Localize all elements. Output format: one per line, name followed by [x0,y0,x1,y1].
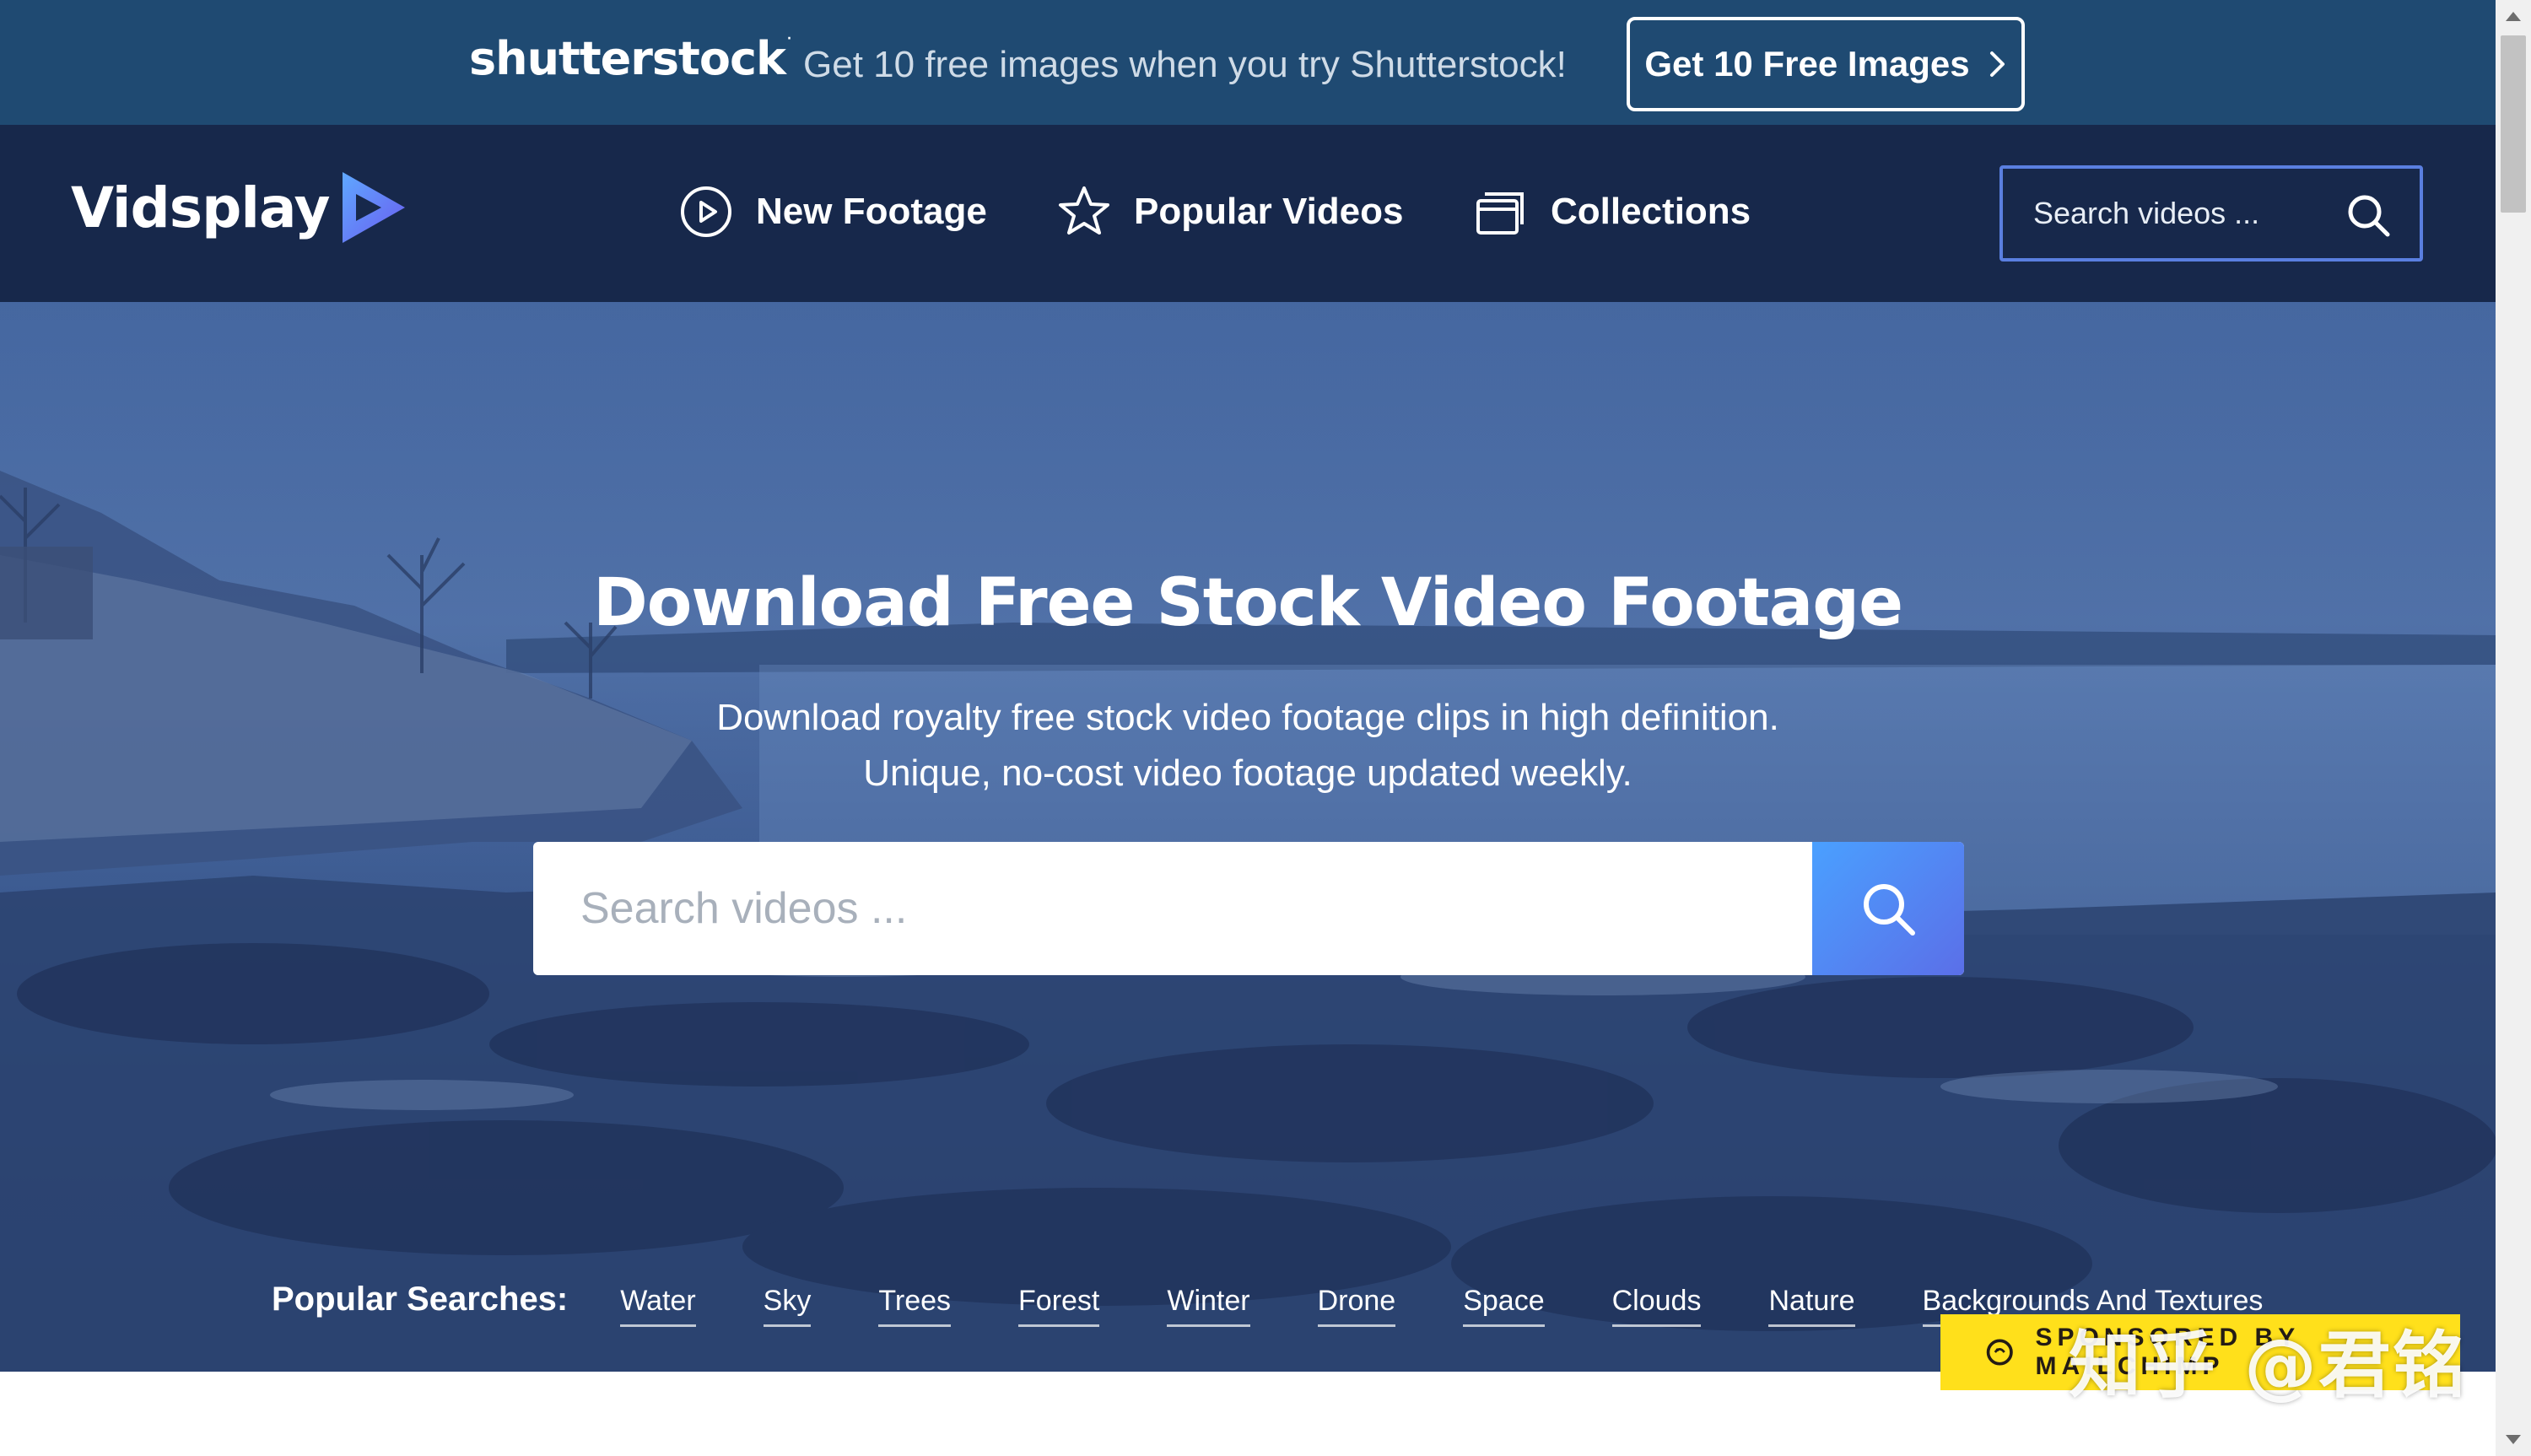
tag-winter[interactable]: Winter [1167,1285,1250,1327]
scroll-up-arrow-icon[interactable] [2506,12,2521,21]
tag-trees[interactable]: Trees [878,1285,952,1327]
nav-popular-videos[interactable]: Popular Videos [1056,184,1404,240]
tag-drone[interactable]: Drone [1317,1285,1396,1327]
mailchimp-icon [1986,1339,2013,1366]
play-logo-icon [343,172,406,243]
collections-icon [1476,192,1524,235]
nav-popular-videos-label: Popular Videos [1134,191,1404,232]
tag-sky[interactable]: Sky [763,1285,812,1327]
hero-search-box [533,842,1964,975]
tag-space[interactable]: Space [1463,1285,1545,1327]
get-free-images-button[interactable]: Get 10 Free Images [1627,17,2025,111]
tag-water[interactable]: Water [620,1285,696,1327]
header-search [1999,165,2423,262]
hero-subtitle: Download royalty free stock video footag… [0,690,2496,801]
search-icon [1864,884,1915,936]
play-circle-icon [681,186,731,237]
tag-clouds[interactable]: Clouds [1611,1285,1702,1327]
hero-background-image [0,471,2496,1372]
get-free-images-label: Get 10 Free Images [1644,44,1970,84]
brand-name: Vidsplay [71,175,330,240]
page-scrollbar[interactable] [2496,0,2531,1456]
scroll-down-arrow-icon[interactable] [2506,1435,2521,1444]
hero-section: Download Free Stock Video Footage Downlo… [0,302,2496,1372]
promo-bar: shutterstock · Get 10 free images when yo… [0,0,2496,125]
search-icon[interactable] [2345,192,2391,238]
hero-search-input[interactable] [580,879,1762,938]
shutterstock-logo[interactable]: shutterstock · [469,32,791,85]
header-search-input[interactable] [2033,196,2337,231]
nav-new-footage-label: New Footage [756,191,987,232]
nav-collections-label: Collections [1551,191,1751,232]
tag-nature[interactable]: Nature [1768,1285,1855,1327]
chevron-right-icon [1989,51,2005,77]
brand-logo[interactable]: Vidsplay [71,169,408,246]
scroll-thumb[interactable] [2501,35,2526,213]
tag-forest[interactable]: Forest [1018,1285,1100,1327]
hero-title: Download Free Stock Video Footage [592,565,1903,641]
nav-collections[interactable]: Collections [1473,184,1751,240]
popular-searches-label: Popular Searches: [272,1281,569,1318]
promo-text: Get 10 free images when you try Shutters… [803,44,1567,85]
hero-search-button[interactable] [1812,842,1964,975]
main-nav: Vidsplay New Footage Popular Videos Coll… [0,125,2496,302]
watermark: 知乎 @君铭 [2069,1324,2467,1408]
hero-subtitle-line1: Download royalty free stock video footag… [716,697,1779,738]
nav-new-footage[interactable]: New Footage [678,184,987,240]
star-icon [1059,186,1109,235]
hero-subtitle-line2: Unique, no-cost video footage updated we… [863,752,1632,794]
